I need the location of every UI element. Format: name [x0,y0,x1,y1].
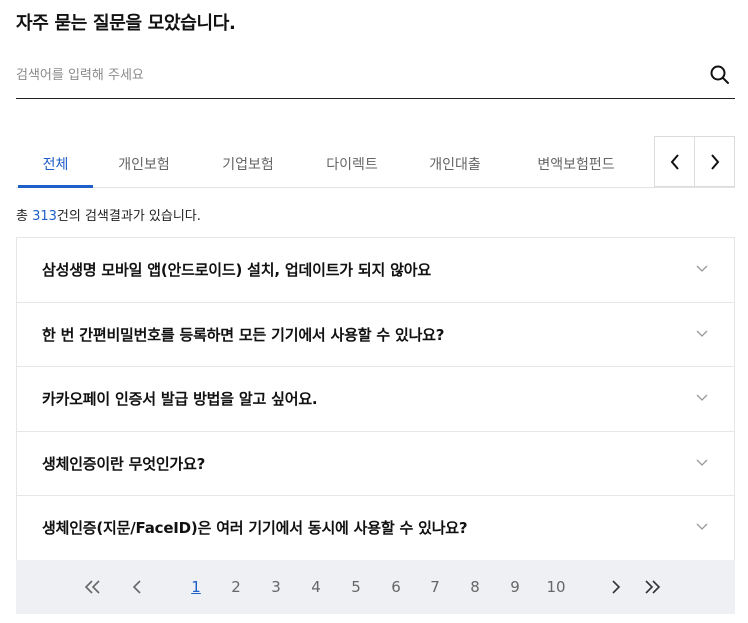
page-8[interactable]: 8 [465,560,485,614]
tab-personal-insurance[interactable]: 개인보험 [108,138,180,188]
faq-question: 생체인증이란 무엇인가요? [42,454,206,473]
page-3[interactable]: 3 [266,560,286,614]
category-tabs: 전체 개인보험 기업보험 다이렉트 개인대출 변액보험펀드 [16,138,735,188]
page-10[interactable]: 10 [542,560,570,614]
page-4[interactable]: 4 [306,560,326,614]
page-7[interactable]: 7 [425,560,445,614]
chevron-down-icon [696,330,708,337]
faq-question: 삼성생명 모바일 앱(안드로이드) 설치, 업데이트가 되지 않아요 [42,261,431,279]
tab-prev-button[interactable] [655,137,695,186]
chevron-down-icon [696,459,708,466]
tab-direct[interactable]: 다이렉트 [316,138,388,188]
faq-item[interactable]: 생체인증(지문/FaceID)은 여러 기기에서 동시에 사용할 수 있나요? [17,496,734,561]
chevron-down-icon [696,523,708,530]
tab-scroll-controls [654,136,735,187]
faq-question: 카카오페이 인증서 발급 방법을 알고 싶어요. [42,390,318,408]
page-2[interactable]: 2 [226,560,246,614]
faq-item[interactable]: 한 번 간편비밀번호를 등록하면 모든 기기에서 사용할 수 있나요? [17,303,734,367]
active-tab-indicator [18,185,93,188]
result-summary: 총 313건의 검색결과가 있습니다. [16,205,201,224]
page-9[interactable]: 9 [505,560,525,614]
tab-variable-insurance-fund[interactable]: 변액보험펀드 [521,138,631,188]
faq-question: 한 번 간편비밀번호를 등록하면 모든 기기에서 사용할 수 있나요? [42,325,445,344]
last-page-icon[interactable] [643,579,661,595]
next-page-icon[interactable] [607,579,625,595]
tab-all[interactable]: 전체 [18,138,93,188]
pagination: 1 2 3 4 5 6 7 8 9 10 [16,560,735,614]
chevron-left-icon [670,153,679,170]
search-input[interactable] [16,60,696,90]
chevron-right-icon [711,153,720,170]
result-prefix: 총 [16,209,33,224]
page-5[interactable]: 5 [346,560,366,614]
chevron-down-icon [696,265,708,272]
tab-next-button[interactable] [695,137,735,186]
tab-corporate-insurance[interactable]: 기업보험 [212,138,284,188]
page-1[interactable]: 1 [186,560,206,614]
result-suffix: 건의 검색결과가 있습니다. [56,209,201,224]
faq-item[interactable]: 삼성생명 모바일 앱(안드로이드) 설치, 업데이트가 되지 않아요 [17,238,734,303]
faq-item[interactable]: 생체인증이란 무엇인가요? [17,432,734,496]
result-count: 313 [32,209,57,224]
page-6[interactable]: 6 [386,560,406,614]
search-icon[interactable] [709,64,731,86]
tab-personal-loan[interactable]: 개인대출 [419,138,491,188]
prev-page-icon[interactable] [128,579,146,595]
search-bar [16,56,735,99]
faq-item[interactable]: 카카오페이 인증서 발급 방법을 알고 싶어요. [17,367,734,432]
page-heading: 자주 묻는 질문을 모았습니다. [16,13,236,34]
first-page-icon[interactable] [84,579,102,595]
faq-list: 삼성생명 모바일 앱(안드로이드) 설치, 업데이트가 되지 않아요 한 번 간… [16,237,735,561]
faq-question: 생체인증(지문/FaceID)은 여러 기기에서 동시에 사용할 수 있나요? [42,519,468,537]
chevron-down-icon [696,394,708,401]
